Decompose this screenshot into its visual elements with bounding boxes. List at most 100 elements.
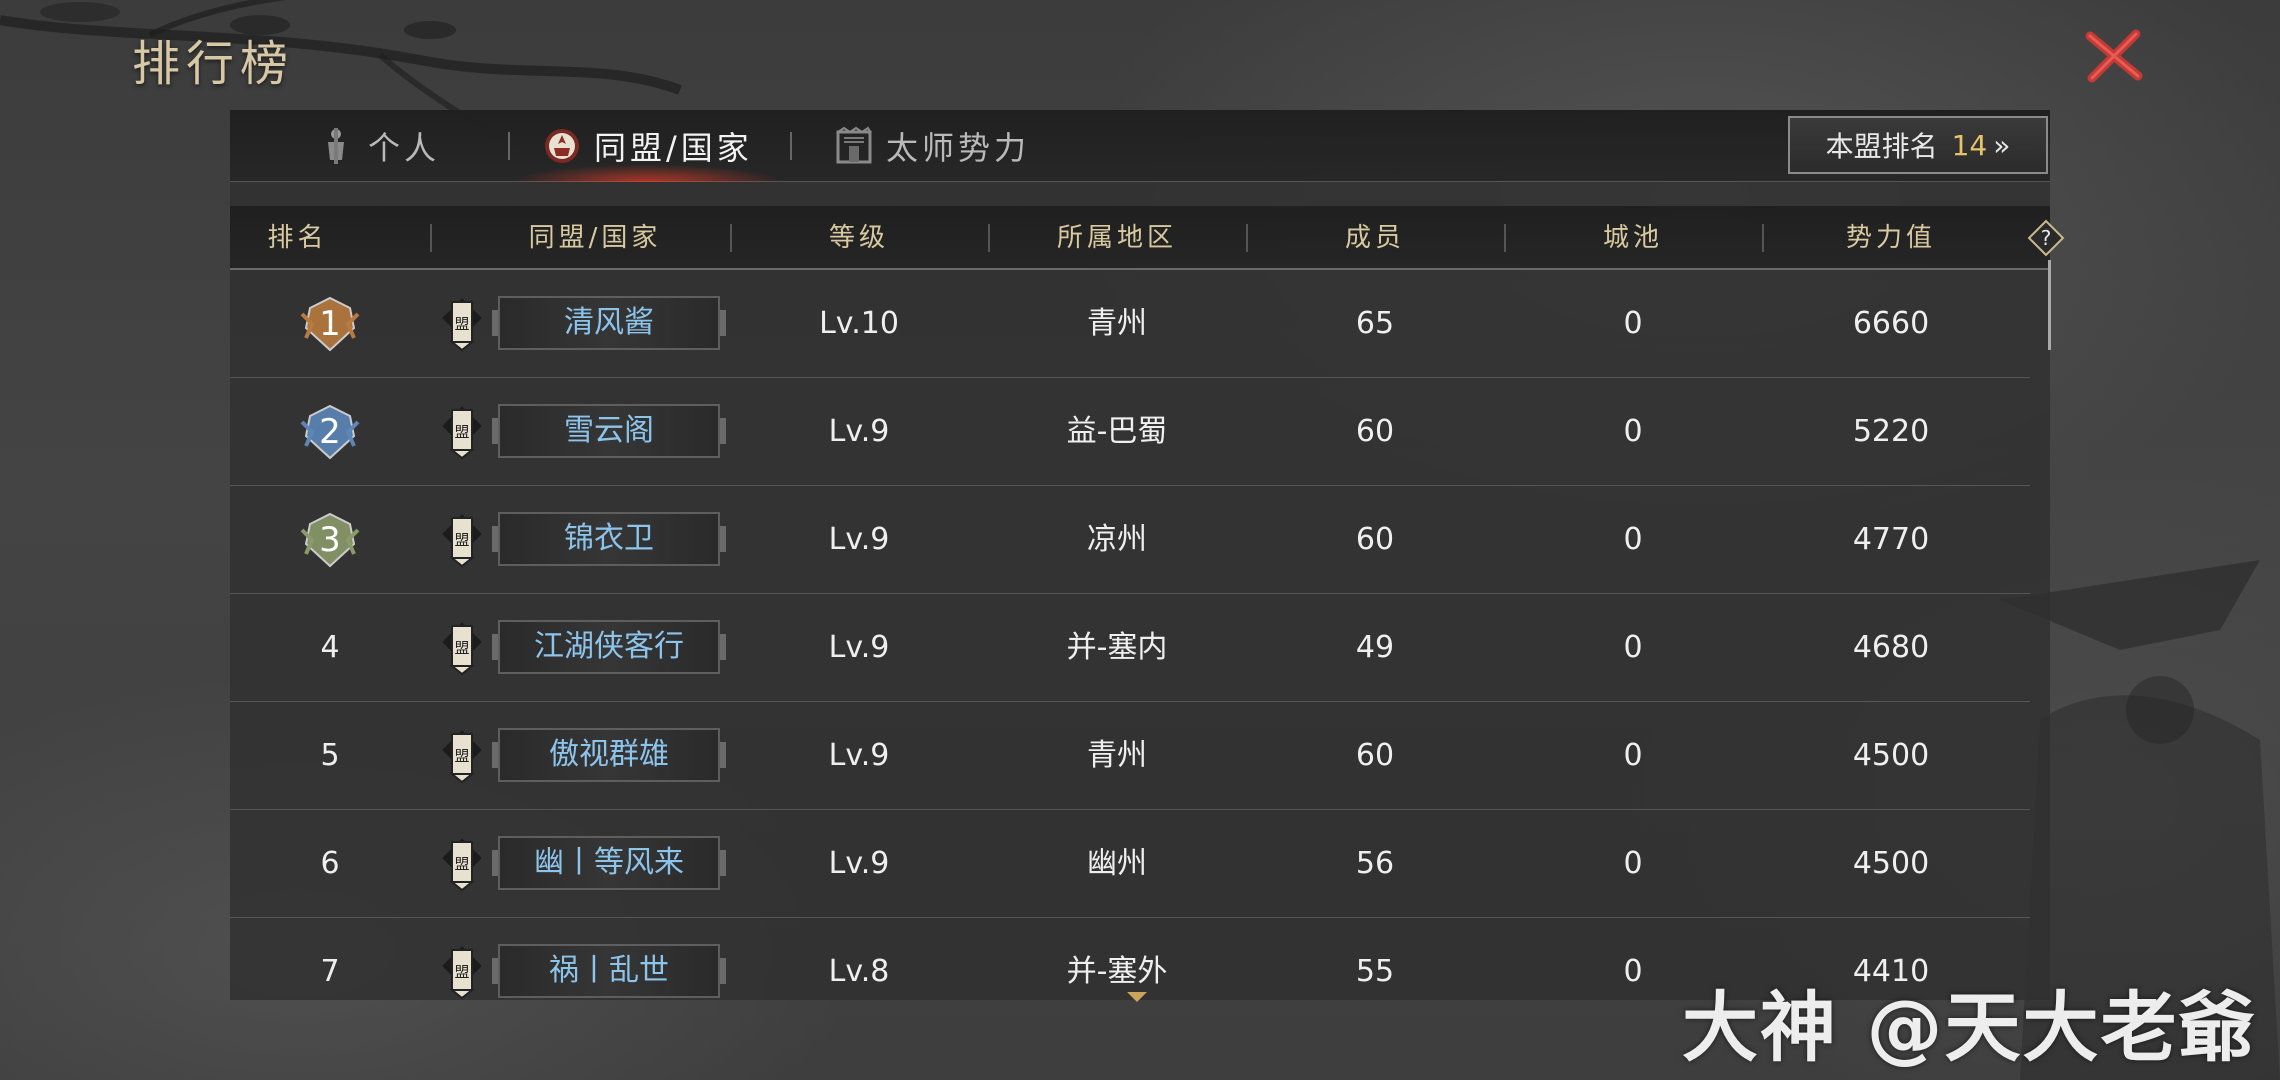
alliance-flag-icon: 盟: [442, 622, 482, 676]
rank-badge-icon: 3: [300, 510, 360, 570]
alliance-icon: [545, 129, 579, 163]
tab-grand-tutor[interactable]: 太师势力: [834, 110, 1030, 182]
alliance-flag-icon: 盟: [442, 514, 482, 568]
my-alliance-rank-button[interactable]: 本盟排名 14 »: [1788, 116, 2048, 174]
help-icon[interactable]: ?: [2026, 218, 2066, 258]
leaderboard-table-body: 1 盟 清风酱 Lv.10 青州 65 0 6660 2 盟 雪云阁 Lv.9: [230, 270, 2050, 1000]
svg-text:盟: 盟: [454, 639, 469, 657]
region-value: 并-塞外: [1066, 954, 1168, 989]
alliance-name-link[interactable]: 傲视群雄: [492, 728, 726, 782]
column-header-alliance: 同盟/国家: [528, 223, 662, 253]
tab-label: 同盟/国家: [594, 129, 753, 167]
close-icon[interactable]: [2084, 28, 2144, 84]
power-value: 6660: [1852, 306, 1930, 341]
person-icon: [328, 128, 344, 164]
tab-personal[interactable]: 个人: [316, 110, 440, 182]
region-value: 幽州: [1087, 846, 1147, 881]
table-row[interactable]: 4 盟 江湖侠客行 Lv.9 并-塞内 49 0 4680: [230, 594, 2030, 702]
alliance-name-link[interactable]: 雪云阁: [492, 404, 726, 458]
rank-number: 2: [319, 412, 341, 452]
svg-text:?: ?: [2041, 226, 2052, 250]
alliance-name-link[interactable]: 江湖侠客行: [492, 620, 726, 674]
alliance-flag-icon: 盟: [442, 298, 482, 352]
table-row[interactable]: 1 盟 清风酱 Lv.10 青州 65 0 6660: [230, 270, 2030, 378]
members-value: 60: [1355, 414, 1395, 449]
region-value: 青州: [1087, 738, 1147, 773]
tab-alliance[interactable]: 同盟/国家: [512, 110, 783, 182]
column-header-members: 成员: [1344, 223, 1405, 253]
tab-divider: [790, 132, 792, 160]
column-header-level: 等级: [828, 223, 889, 253]
members-value: 60: [1355, 522, 1395, 557]
alliance-flag-icon: 盟: [442, 946, 482, 1000]
region-value: 青州: [1087, 306, 1147, 341]
my-rank-value: 14: [1951, 128, 1988, 162]
alliance-name-link[interactable]: 祸丨乱世: [492, 944, 726, 998]
svg-text:盟: 盟: [454, 423, 469, 441]
castle-icon: [836, 126, 872, 164]
table-header: 排名 同盟/国家 等级 所属地区 成员 城池 势力值 ?: [230, 206, 2065, 270]
table-row[interactable]: 6 盟 幽丨等风来 Lv.9 幽州 56 0 4500: [230, 810, 2030, 918]
level-value: Lv.9: [828, 522, 890, 557]
cities-value: 0: [1623, 522, 1643, 557]
cities-value: 0: [1623, 738, 1643, 773]
rank-number: 3: [319, 520, 341, 560]
table-row[interactable]: 5 盟 傲视群雄 Lv.9 青州 60 0 4500: [230, 702, 2030, 810]
table-row[interactable]: 3 盟 锦衣卫 Lv.9 凉州 60 0 4770: [230, 486, 2030, 594]
svg-text:盟: 盟: [454, 747, 469, 765]
level-value: Lv.8: [828, 954, 890, 989]
column-header-power: 势力值: [1845, 223, 1936, 253]
double-chevron-right-icon: »: [1993, 128, 2011, 162]
rank-number: 1: [319, 304, 341, 344]
cities-value: 0: [1623, 846, 1643, 881]
level-value: Lv.9: [828, 414, 890, 449]
power-value: 4770: [1852, 522, 1930, 557]
table-row[interactable]: 2 盟 雪云阁 Lv.9 益-巴蜀 60 0 5220: [230, 378, 2030, 486]
tab-label: 个人: [368, 129, 441, 167]
tab-bar: 个人 同盟/国家 太师势力 本盟排名 14 »: [230, 110, 2050, 182]
cities-value: 0: [1623, 414, 1643, 449]
level-value: Lv.9: [828, 846, 890, 881]
svg-text:盟: 盟: [454, 315, 469, 333]
page-title: 排行榜: [132, 36, 295, 92]
members-value: 49: [1355, 630, 1395, 665]
region-value: 凉州: [1087, 522, 1147, 557]
tab-divider: [508, 132, 510, 160]
power-value: 4500: [1852, 846, 1930, 881]
alliance-name-link[interactable]: 清风酱: [492, 296, 726, 350]
alliance-name-link[interactable]: 幽丨等风来: [492, 836, 726, 890]
column-header-cities: 城池: [1602, 223, 1663, 253]
my-rank-label: 本盟排名: [1825, 130, 1938, 163]
members-value: 65: [1355, 306, 1395, 341]
rank-badge-icon: 1: [300, 294, 360, 354]
scrollbar-thumb[interactable]: [2048, 260, 2051, 350]
region-value: 益-巴蜀: [1066, 414, 1168, 449]
cities-value: 0: [1623, 630, 1643, 665]
members-value: 55: [1355, 954, 1395, 989]
svg-text:盟: 盟: [454, 855, 469, 873]
svg-text:盟: 盟: [454, 531, 469, 549]
alliance-name-link[interactable]: 锦衣卫: [492, 512, 726, 566]
power-value: 4680: [1852, 630, 1930, 665]
column-header-rank: 排名: [267, 223, 328, 253]
tab-label: 太师势力: [886, 129, 1031, 167]
power-value: 4500: [1852, 738, 1930, 773]
rank-number: 7: [320, 954, 340, 989]
alliance-flag-icon: 盟: [442, 406, 482, 460]
rank-number: 6: [320, 846, 340, 881]
region-value: 并-塞内: [1066, 630, 1168, 665]
cities-value: 0: [1623, 306, 1643, 341]
level-value: Lv.9: [828, 630, 890, 665]
leaderboard-panel: 个人 同盟/国家 太师势力 本盟排名 14 » 排名 同盟/国家 等级 所属地区…: [230, 110, 2065, 1002]
rank-badge-icon: 2: [300, 402, 360, 462]
watermark: 大神 @天大老爺: [1682, 983, 2257, 1072]
power-value: 5220: [1852, 414, 1930, 449]
rank-number: 4: [320, 630, 340, 665]
alliance-flag-icon: 盟: [442, 730, 482, 784]
level-value: Lv.9: [828, 738, 890, 773]
members-value: 60: [1355, 738, 1395, 773]
level-value: Lv.10: [819, 306, 899, 341]
svg-text:盟: 盟: [454, 963, 469, 981]
rank-number: 5: [320, 738, 340, 773]
chevron-down-icon: [1127, 992, 1147, 1002]
